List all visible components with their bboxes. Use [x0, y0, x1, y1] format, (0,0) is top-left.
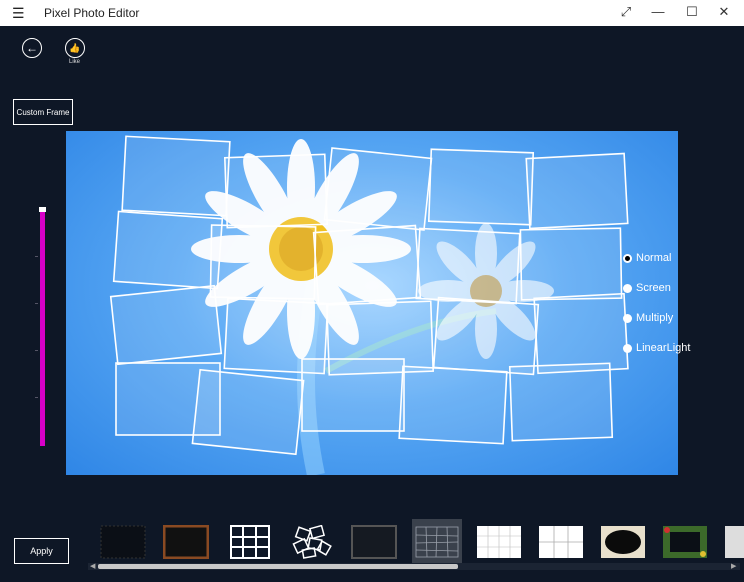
radio-screen-label: Screen [636, 282, 671, 294]
radio-normal-dot[interactable] [623, 253, 632, 263]
slider-tick [35, 397, 38, 398]
close-icon[interactable]: ✕ [714, 4, 734, 20]
like-label: Like [69, 59, 81, 65]
back-arrow-icon: ← [26, 41, 38, 55]
radio-screen-dot[interactable] [623, 283, 632, 293]
custom-frame-button[interactable]: Custom Frame [13, 99, 73, 125]
frame-thumb-cells[interactable] [414, 525, 460, 559]
frame-thumb-grid[interactable] [227, 525, 273, 559]
slider-tick [35, 303, 38, 304]
frames-strip [96, 519, 744, 563]
radio-screen[interactable]: Screen [623, 282, 671, 294]
hamburger-icon[interactable]: ☰ [12, 5, 25, 22]
radio-multiply-label: Multiply [636, 312, 674, 324]
intensity-slider-thumb[interactable] [39, 207, 46, 212]
radio-normal-label: Normal [636, 252, 672, 264]
frame-thumb-scattered[interactable] [289, 525, 335, 559]
intensity-slider-track[interactable] [40, 212, 45, 446]
radio-multiply[interactable]: Multiply [623, 312, 673, 324]
frame-thumb-partial[interactable] [724, 525, 744, 559]
thumbs-up-icon: 👍 [69, 42, 81, 53]
frame-thumb-ornate-black[interactable] [600, 525, 646, 559]
slider-tick [35, 256, 38, 257]
radio-linearlight-label: LinearLight [636, 342, 691, 354]
radio-multiply-dot[interactable] [623, 313, 632, 323]
scroll-left-icon[interactable]: ◀ [90, 562, 95, 570]
fullscreen-icon[interactable]: ⤢ [616, 4, 636, 20]
title-bar: ☰ Pixel Photo Editor ⤢ — ☐ ✕ [0, 0, 744, 26]
maximize-icon[interactable]: ☐ [682, 4, 702, 20]
frame-tiles-overlay [109, 135, 629, 456]
frame-thumb-tiles[interactable] [538, 525, 584, 559]
scroll-right-icon[interactable]: ▶ [731, 562, 736, 570]
frame-thumb-dark[interactable] [351, 525, 397, 559]
frame-thumb-floral[interactable] [662, 525, 708, 559]
radio-normal[interactable]: Normal [623, 252, 671, 264]
like-button[interactable]: 👍 [65, 38, 85, 58]
apply-button[interactable]: Apply [14, 538, 69, 564]
frame-thumb-none[interactable] [100, 525, 146, 559]
slider-tick [35, 350, 38, 351]
photo-artwork [109, 135, 629, 475]
scrollbar-thumb[interactable] [98, 564, 458, 569]
photo-canvas[interactable] [66, 131, 678, 475]
radio-linearlight-dot[interactable] [623, 343, 632, 353]
minimize-icon[interactable]: — [648, 4, 668, 19]
radio-linearlight[interactable]: LinearLight [623, 342, 690, 354]
back-button[interactable]: ← [22, 38, 42, 58]
frame-thumb-puzzle[interactable] [476, 525, 522, 559]
frame-thumb-wood[interactable] [163, 525, 209, 559]
window-title: Pixel Photo Editor [44, 6, 140, 20]
frames-scrollbar[interactable]: ◀ ▶ [88, 563, 740, 570]
